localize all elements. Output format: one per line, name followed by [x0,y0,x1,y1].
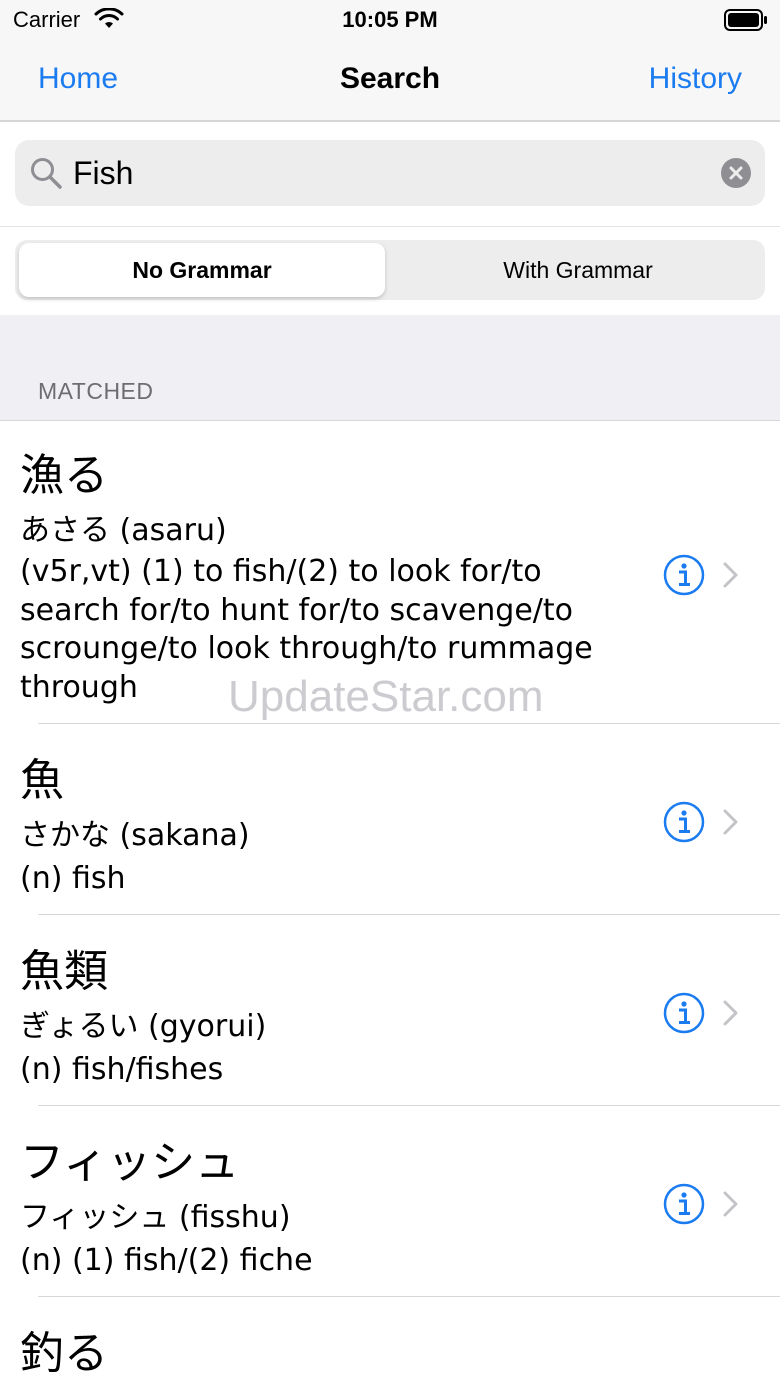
section-header: MATCHED [0,315,780,421]
info-circle-icon[interactable] [662,553,706,597]
result-meaning: (n) fish/fishes [20,1052,224,1087]
result-meaning: (n) fish [20,861,126,896]
status-bar: Carrier 10:05 PM [0,0,780,40]
result-row[interactable]: フィッシュ フィッシュ (fisshu) (n) (1) fish/(2) fi… [0,1106,780,1297]
result-kanji: 漁る [20,450,108,501]
result-kanji: 釣る [20,1328,108,1379]
chevron-right-icon [723,562,738,588]
result-kanji: 魚類 [20,946,108,997]
results-list: 漁る あさる (asaru) (v5r,vt) (1) to fish/(2) … [0,421,780,1387]
search-input[interactable] [73,152,673,194]
result-row[interactable]: 釣る [0,1297,780,1387]
result-row[interactable]: 魚類 ぎょるい (gyorui) (n) fish/fishes [0,915,780,1106]
result-reading: あさる (asaru) [20,513,227,548]
segment-with-grammar[interactable]: With Grammar [395,243,761,297]
result-kanji: フィッシュ [20,1137,240,1188]
result-row[interactable]: 魚 さかな (sakana) (n) fish [0,724,780,915]
grammar-segmented-control: No Grammar With Grammar [15,240,765,300]
chevron-right-icon [723,809,738,835]
battery-icon [724,9,767,31]
result-kanji: 魚 [20,755,64,806]
search-field[interactable] [15,140,765,206]
result-reading: ぎょるい (gyorui) [20,1009,267,1044]
chevron-right-icon [723,1000,738,1026]
result-reading: フィッシュ (fisshu) [20,1200,291,1235]
section-title: MATCHED [38,378,154,404]
segment-no-grammar[interactable]: No Grammar [19,243,385,297]
clear-circle-icon[interactable] [721,158,751,188]
search-area [0,122,780,227]
magnifier-icon [31,158,62,189]
navigation-bar: Home Search History [0,40,780,122]
result-row[interactable]: 漁る あさる (asaru) (v5r,vt) (1) to fish/(2) … [0,421,780,724]
result-meaning: (v5r,vt) (1) to fish/(2) to look for/to … [20,554,593,705]
info-circle-icon[interactable] [662,991,706,1035]
chevron-right-icon [723,1191,738,1217]
status-time: 10:05 PM [342,7,438,32]
result-meaning: (n) (1) fish/(2) fiche [20,1243,313,1278]
segment-area: No Grammar With Grammar [0,227,780,315]
info-circle-icon[interactable] [662,800,706,844]
info-circle-icon[interactable] [662,1182,706,1226]
history-button[interactable]: History [649,62,742,96]
result-reading: さかな (sakana) [20,818,250,853]
